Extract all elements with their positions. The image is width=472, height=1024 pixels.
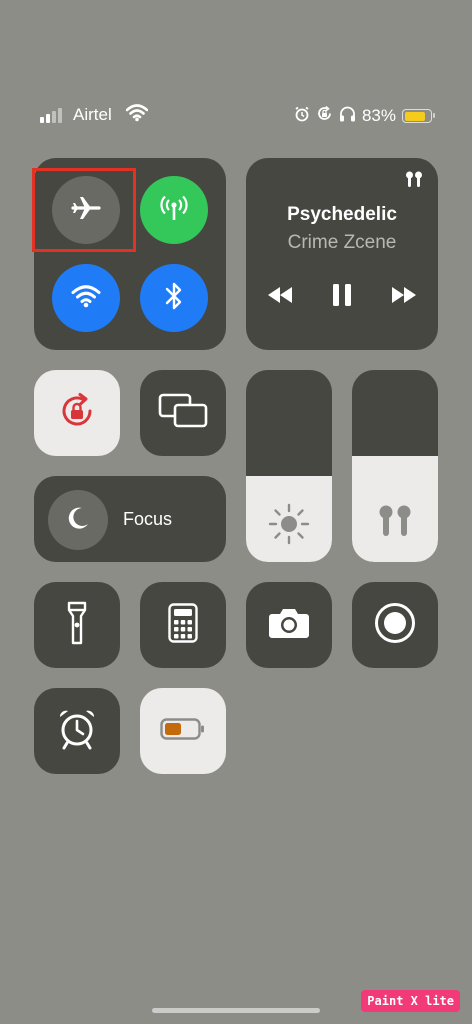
cellular-data-toggle[interactable]	[140, 176, 208, 244]
low-power-mode-icon	[160, 717, 206, 745]
track-title: Psychedelic	[287, 204, 397, 225]
screen-record-icon	[374, 602, 416, 649]
wifi-toggle[interactable]	[52, 264, 120, 332]
track-artist: Crime Zcene	[287, 232, 397, 253]
screen-record-button[interactable]	[352, 582, 438, 668]
calculator-button[interactable]	[140, 582, 226, 668]
sun-icon	[266, 503, 312, 550]
alarm-button[interactable]	[34, 688, 120, 774]
watermark: Paint X lite	[361, 990, 460, 1012]
flashlight-button[interactable]	[34, 582, 120, 668]
screen-mirroring-button[interactable]	[140, 370, 226, 456]
rewind-icon[interactable]	[266, 284, 294, 311]
fast-forward-icon[interactable]	[390, 284, 418, 311]
airpods-icon	[377, 503, 413, 548]
moon-icon	[65, 505, 91, 536]
cellular-antenna-icon	[157, 191, 191, 230]
rotation-lock-icon	[57, 391, 97, 436]
focus-button[interactable]: Focus	[34, 476, 226, 562]
screen-mirroring-icon	[158, 393, 208, 434]
battery-fill	[404, 111, 426, 121]
battery-percent: 83%	[361, 106, 396, 125]
airpods-icon[interactable]	[404, 170, 424, 195]
alarm-icon	[294, 106, 310, 127]
headphones-icon	[339, 106, 356, 127]
alarm-clock-icon	[56, 708, 98, 755]
rotation-lock-icon	[316, 105, 333, 127]
low-power-mode-button[interactable]	[140, 688, 226, 774]
status-bar: Airtel 83%	[40, 104, 435, 130]
orientation-lock-button[interactable]	[34, 370, 120, 456]
signal-strength-icon	[40, 108, 62, 123]
status-right: 83%	[294, 105, 435, 127]
now-playing-module[interactable]: Psychedelic Crime Zcene	[246, 158, 438, 350]
calculator-icon	[168, 602, 198, 648]
wifi-icon	[125, 104, 149, 127]
carrier-name: Airtel	[73, 105, 112, 124]
camera-button[interactable]	[246, 582, 332, 668]
wifi-icon	[71, 284, 101, 313]
bluetooth-icon	[163, 280, 185, 317]
battery-icon	[402, 109, 435, 123]
volume-slider[interactable]	[352, 370, 438, 562]
pause-icon[interactable]	[330, 282, 354, 313]
brightness-slider[interactable]	[246, 370, 332, 562]
highlight-frame	[32, 168, 136, 252]
focus-icon-circle	[48, 490, 108, 550]
flashlight-icon	[66, 601, 88, 650]
home-indicator[interactable]	[152, 1008, 320, 1013]
camera-icon	[268, 607, 310, 644]
bluetooth-toggle[interactable]	[140, 264, 208, 332]
focus-label: Focus	[123, 509, 173, 529]
